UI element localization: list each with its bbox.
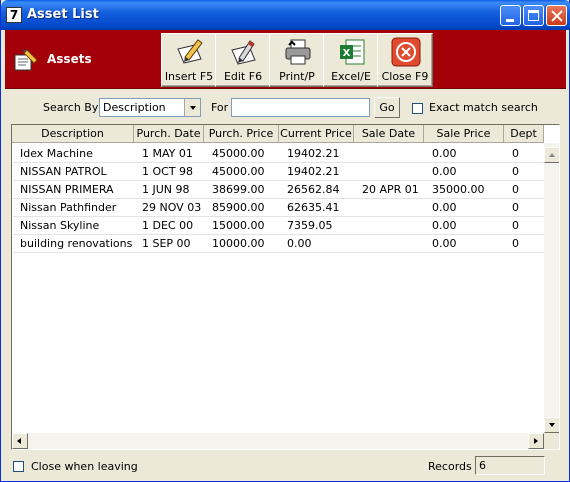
exact-match-label: Exact match search	[429, 101, 538, 114]
title-bar[interactable]: 7 Asset List	[1, 0, 570, 30]
edit-button-label: Edit F6	[223, 70, 263, 83]
cell-sale-date	[354, 145, 424, 163]
chevron-down-icon[interactable]	[184, 99, 200, 116]
cell-purch-price: 10000.00	[212, 237, 265, 250]
column-header-dept[interactable]: Dept	[504, 125, 544, 143]
window-title: Asset List	[27, 7, 99, 22]
cell-purch-date: 1 JUN 98	[142, 183, 190, 196]
cell-purch-date: 1 DEC 00	[142, 219, 194, 232]
cell-purch-date: 29 NOV 03	[142, 201, 202, 214]
exact-match-checkbox[interactable]	[412, 103, 423, 114]
cell-current-price: 62635.41	[287, 201, 340, 214]
cell-dept: 0	[512, 237, 519, 250]
cell-current-price: 19402.21	[287, 165, 340, 178]
cell-purch-price: 45000.00	[212, 165, 265, 178]
asset-list-window: 7 Asset List Assets Insert F5 Edit F6 Pr…	[0, 0, 570, 482]
search-by-value: Description	[103, 101, 166, 114]
vertical-scrollbar[interactable]	[544, 143, 559, 433]
printer-icon	[285, 39, 311, 65]
cell-sale-price: 0.00	[432, 201, 457, 214]
edit-button[interactable]: Edit F6	[215, 33, 271, 87]
cell-dept: 0	[512, 183, 519, 196]
assets-icon	[14, 49, 38, 71]
close-button-label: Close F9	[381, 70, 429, 83]
cell-sale-price: 35000.00	[432, 183, 485, 196]
excel-button[interactable]: X Excel/E	[323, 33, 379, 87]
cell-current-price: 19402.21	[287, 147, 340, 160]
column-header-description[interactable]: Description	[12, 125, 134, 143]
maximize-button[interactable]	[523, 5, 544, 26]
edit-pencil-icon	[231, 40, 256, 65]
app-icon: 7	[6, 7, 22, 23]
insert-button-label: Insert F5	[164, 70, 214, 83]
search-by-select[interactable]: Description	[99, 98, 201, 117]
scrollbar-corner	[544, 433, 559, 449]
cell-description: NISSAN PRIMERA	[20, 183, 114, 196]
scroll-down-icon[interactable]	[544, 417, 559, 433]
records-count: 6	[475, 456, 545, 475]
for-label: For	[211, 101, 229, 114]
cell-dept: 0	[512, 219, 519, 232]
print-button-label: Print/P	[279, 70, 315, 83]
cell-description: Nissan Skyline	[20, 219, 100, 232]
column-header-sale-price[interactable]: Sale Price	[424, 125, 504, 143]
cell-sale-date	[354, 217, 424, 235]
search-row: Search By Description For Go Exact match…	[1, 96, 570, 120]
column-header-sale-date[interactable]: Sale Date	[354, 125, 424, 143]
cell-dept: 0	[512, 147, 519, 160]
close-button[interactable]: Close F9	[377, 33, 433, 87]
cell-purch-price: 85900.00	[212, 201, 265, 214]
scroll-right-icon[interactable]	[528, 433, 544, 449]
search-input[interactable]	[231, 98, 370, 117]
toolbar-brand-label: Assets	[47, 52, 92, 66]
cell-sale-price: 0.00	[432, 147, 457, 160]
cell-current-price: 7359.05	[287, 219, 333, 232]
records-label: Records	[428, 460, 472, 473]
scroll-up-icon[interactable]	[544, 147, 559, 163]
cell-sale-price: 0.00	[432, 165, 457, 178]
insert-button[interactable]: Insert F5	[161, 33, 217, 87]
cell-current-price: 26562.84	[287, 183, 340, 196]
asset-table[interactable]: Description Purch. Date Purch. Price Cur…	[11, 124, 560, 450]
cell-description: NISSAN PATROL	[20, 165, 107, 178]
cell-purch-date: 1 OCT 98	[142, 165, 194, 178]
row-divider	[13, 252, 544, 253]
close-when-leaving-label: Close when leaving	[31, 460, 138, 473]
cell-sale-price: 0.00	[432, 219, 457, 232]
cell-sale-date	[354, 199, 424, 217]
cell-description: Nissan Pathfinder	[20, 201, 117, 214]
cell-current-price: 0.00	[287, 237, 312, 250]
column-header-purch-date[interactable]: Purch. Date	[134, 125, 204, 143]
scroll-left-icon[interactable]	[12, 433, 28, 449]
column-header-purch-price[interactable]: Purch. Price	[204, 125, 279, 143]
cell-description: building renovations	[20, 237, 133, 250]
cell-sale-date: 20 APR 01	[362, 183, 419, 196]
cell-purch-price: 38699.00	[212, 183, 265, 196]
toolbar: Assets Insert F5 Edit F6 Print/P X Excel…	[5, 30, 566, 89]
close-circle-icon	[391, 37, 421, 67]
search-by-label: Search By	[43, 101, 99, 114]
cell-purch-price: 45000.00	[212, 147, 265, 160]
cell-sale-price: 0.00	[432, 237, 457, 250]
close-when-leaving-checkbox[interactable]	[13, 461, 24, 472]
svg-text:X: X	[343, 48, 351, 59]
cell-purch-date: 1 SEP 00	[142, 237, 191, 250]
column-header-current-price[interactable]: Current Price	[279, 125, 354, 143]
cell-sale-date	[354, 163, 424, 181]
close-window-button[interactable]	[546, 5, 567, 26]
cell-purch-price: 15000.00	[212, 219, 265, 232]
pencil-paper-icon	[177, 39, 203, 64]
cell-sale-date	[354, 235, 424, 253]
cell-dept: 0	[512, 165, 519, 178]
go-button[interactable]: Go	[374, 97, 400, 118]
cell-purch-date: 1 MAY 01	[142, 147, 193, 160]
cell-dept: 0	[512, 201, 519, 214]
print-button[interactable]: Print/P	[269, 33, 325, 87]
excel-button-label: Excel/E	[331, 70, 371, 83]
minimize-button[interactable]	[500, 5, 521, 26]
excel-icon: X	[340, 39, 365, 65]
cell-description: Idex Machine	[20, 147, 93, 160]
horizontal-scrollbar[interactable]	[12, 433, 544, 449]
